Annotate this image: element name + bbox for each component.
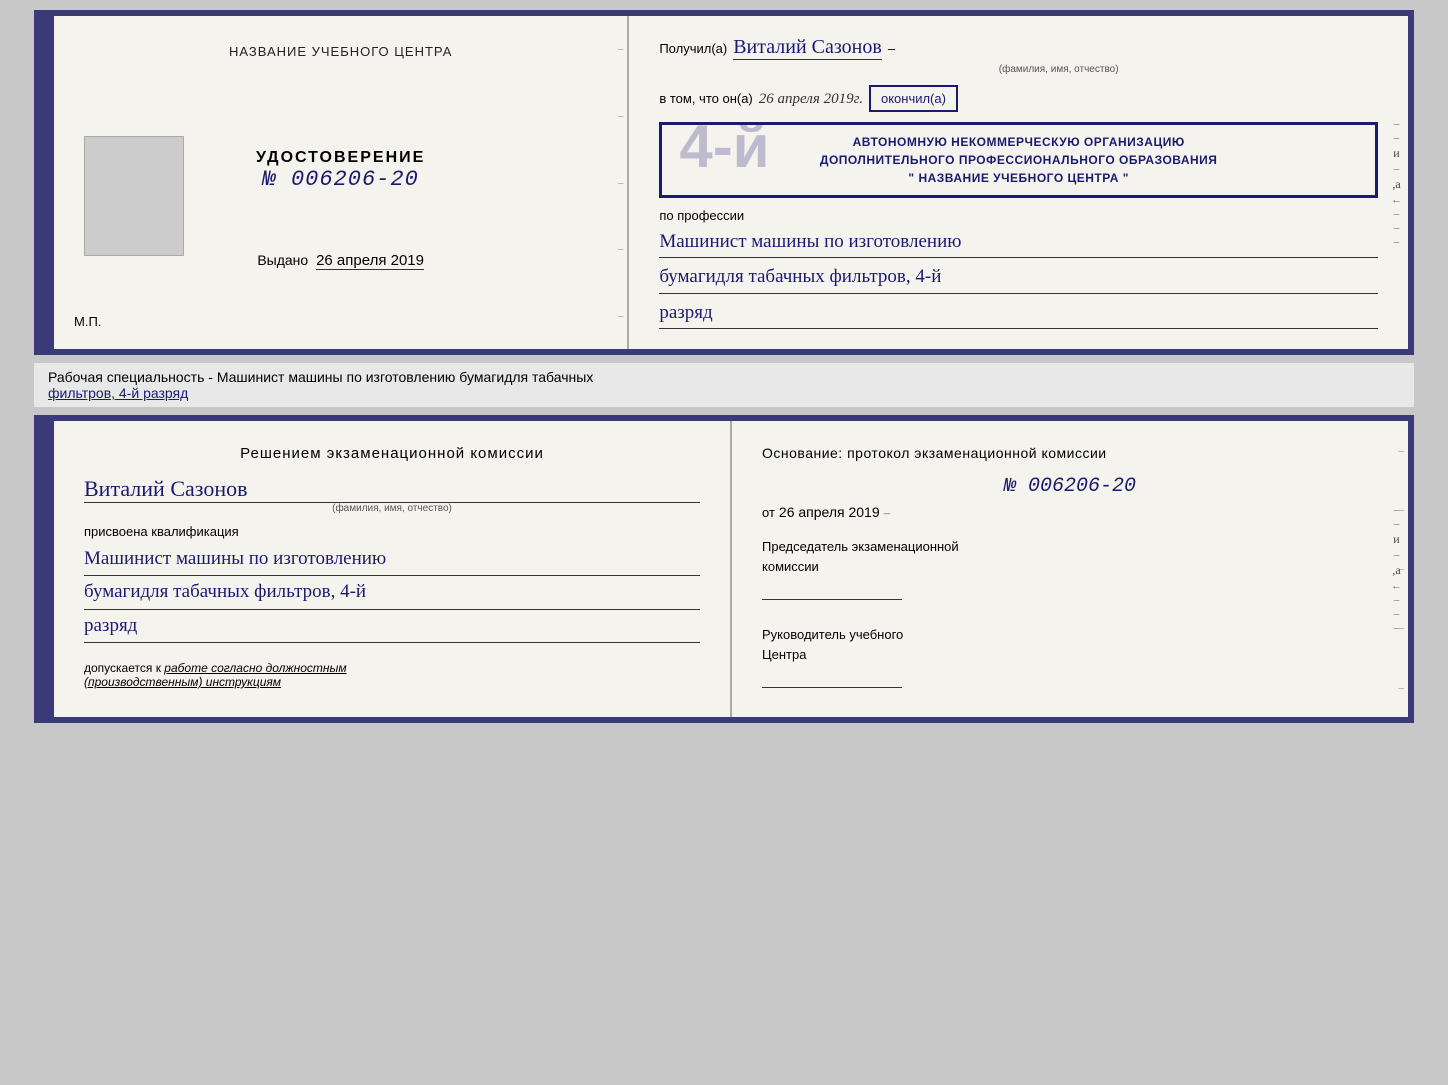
- basis-label: Основание: протокол экзаменационной коми…: [762, 445, 1378, 461]
- person-name-block: Виталий Сазонов (фамилия, имя, отчество): [84, 476, 700, 514]
- bottom-booklet-spine: [40, 421, 54, 717]
- right-side-labels: – – и – ,а ← – – –: [1391, 118, 1402, 248]
- date-prefix: в том, что он(а): [659, 91, 752, 106]
- допуск-line: допускается к работе согласно должностны…: [84, 661, 700, 689]
- label-и: и: [1393, 146, 1399, 161]
- middle-text-prefix: Рабочая специальность - Машинист машины …: [48, 369, 593, 385]
- stamp-block: АВТОНОМНУЮ НЕКОММЕРЧЕСКУЮ ОРГАНИЗАЦИЮ ДО…: [659, 122, 1378, 198]
- chairman-signature-line: [762, 582, 902, 600]
- top-left-title: НАЗВАНИЕ УЧЕБНОГО ЦЕНТРА: [229, 44, 452, 59]
- profession-line2: бумагидля табачных фильтров, 4-й: [659, 262, 1378, 293]
- cert-number-prefix: №: [263, 167, 277, 192]
- issued-label: Выдано: [257, 252, 308, 268]
- director-signature-line: [762, 670, 902, 688]
- stamp-line3: " НАЗВАНИЕ УЧЕБНОГО ЦЕНТРА ": [674, 169, 1363, 187]
- stamp-line2: ДОПОЛНИТЕЛЬНОГО ПРОФЕССИОНАЛЬНОГО ОБРАЗО…: [674, 151, 1363, 169]
- person-name: Виталий Сазонов: [84, 476, 700, 503]
- label-а: ,а: [1392, 177, 1400, 192]
- chairman-label: Председатель экзаменационной комиссии: [762, 537, 1378, 576]
- protocol-number-value: 006206-20: [1028, 475, 1136, 498]
- chairman-block: Председатель экзаменационной комиссии: [762, 537, 1378, 605]
- mp-label: М.П.: [74, 314, 101, 329]
- chairman-label-line1: Председатель экзаменационной: [762, 539, 959, 554]
- top-left-page: НАЗВАНИЕ УЧЕБНОГО ЦЕНТРА УДОСТОВЕРЕНИЕ №…: [54, 16, 629, 349]
- bottom-left-title: Решением экзаменационной комиссии: [84, 445, 700, 462]
- protocol-date-prefix: от: [762, 505, 775, 520]
- допуск-italic1: работе согласно должностным: [164, 661, 346, 675]
- protocol-date-value: 26 апреля 2019: [779, 504, 880, 520]
- assigned-label: присвоена квалификация: [84, 524, 700, 539]
- recipient-sublabel: (фамилия, имя, отчество): [739, 64, 1378, 75]
- director-label-line1: Руководитель учебного: [762, 627, 903, 642]
- date-value: 26 апреля 2019г.: [759, 91, 863, 108]
- profession-label: по профессии: [659, 208, 1378, 223]
- допуск-italic2: (производственным) инструкциям: [84, 675, 281, 689]
- issued-date: 26 апреля 2019: [316, 252, 424, 270]
- bottom-right-side-labels: – – и – ,а ← – – –: [1391, 504, 1402, 634]
- cert-number: № 006206-20: [256, 167, 425, 192]
- qualification-line1: Машинист машины по изготовлению: [84, 543, 700, 576]
- protocol-date-line: от 26 апреля 2019 –: [762, 504, 1378, 521]
- person-sublabel: (фамилия, имя, отчество): [84, 503, 700, 514]
- profession-line1: Машинист машины по изготовлению: [659, 227, 1378, 258]
- допуск-prefix: допускается к: [84, 661, 161, 675]
- top-right-page: Получил(а) Виталий Сазонов – (фамилия, и…: [629, 16, 1408, 349]
- recipient-sublabel-wrapper: (фамилия, имя, отчество): [659, 64, 1378, 75]
- cert-title-block: УДОСТОВЕРЕНИЕ № 006206-20: [256, 149, 425, 192]
- middle-strip: Рабочая специальность - Машинист машины …: [34, 363, 1414, 407]
- bottom-left-page: Решением экзаменационной комиссии Витали…: [54, 421, 732, 717]
- recipient-prefix: Получил(а): [659, 41, 727, 56]
- cert-issued-line: Выдано 26 апреля 2019: [257, 252, 424, 269]
- left-side-dashes: – – – – –: [618, 16, 624, 349]
- director-label-line2: Центра: [762, 647, 806, 662]
- qualification-line3: разряд: [84, 610, 700, 643]
- chairman-label-line2: комиссии: [762, 559, 819, 574]
- date-line: в том, что он(а) 26 апреля 2019г. окончи…: [659, 85, 1378, 112]
- protocol-number: № 006206-20: [762, 475, 1378, 498]
- recipient-line: Получил(а) Виталий Сазонов –: [659, 36, 1378, 60]
- protocol-number-prefix: №: [1004, 475, 1016, 498]
- finished-label: окончил(а): [869, 85, 958, 112]
- cert-word: УДОСТОВЕРЕНИЕ: [256, 149, 425, 167]
- director-label: Руководитель учебного Центра: [762, 625, 1378, 664]
- bottom-right-page: Основание: протокол экзаменационной коми…: [732, 421, 1408, 717]
- stamp-section: 4-й АВТОНОМНУЮ НЕКОММЕРЧЕСКУЮ ОРГАНИЗАЦИ…: [659, 122, 1378, 198]
- recipient-name: Виталий Сазонов: [733, 36, 882, 60]
- photo-placeholder: [84, 136, 184, 256]
- profession-line3: разряд: [659, 298, 1378, 329]
- middle-text-underline: фильтров, 4-й разряд: [48, 385, 188, 401]
- cert-number-value: 006206-20: [291, 167, 419, 192]
- director-block: Руководитель учебного Центра: [762, 625, 1378, 693]
- top-booklet-spine: [40, 16, 54, 349]
- stamp-line1: АВТОНОМНУЮ НЕКОММЕРЧЕСКУЮ ОРГАНИЗАЦИЮ: [674, 133, 1363, 151]
- bottom-booklet: Решением экзаменационной комиссии Витали…: [34, 415, 1414, 723]
- bottom-label-и: и: [1393, 532, 1399, 547]
- qualification-line2: бумагидля табачных фильтров, 4-й: [84, 576, 700, 609]
- top-booklet: НАЗВАНИЕ УЧЕБНОГО ЦЕНТРА УДОСТОВЕРЕНИЕ №…: [34, 10, 1414, 355]
- bottom-label-а: ,а: [1392, 563, 1400, 578]
